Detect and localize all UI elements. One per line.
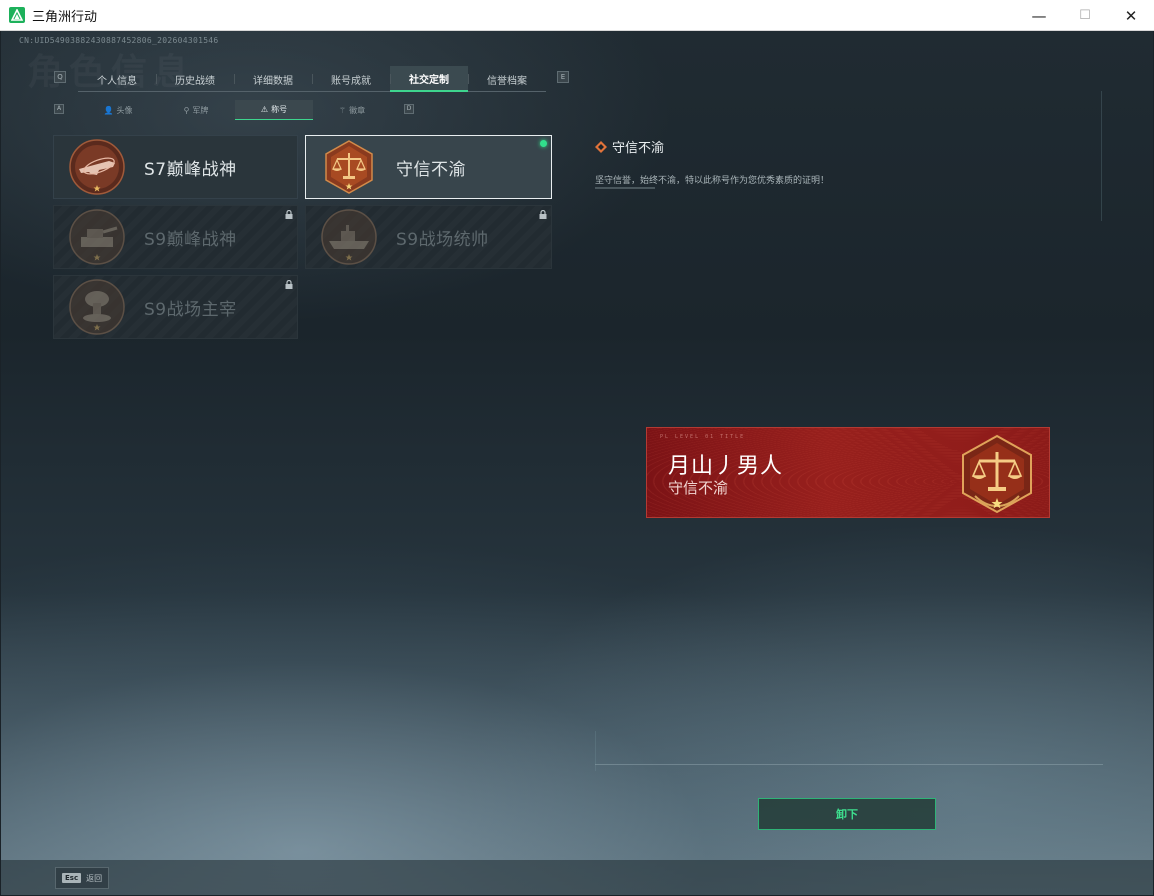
title-card-label: S9战场主宰 <box>144 299 237 320</box>
frame-divider <box>1101 91 1102 221</box>
subtab-label: 头像 <box>116 105 133 115</box>
person-icon: 👤 <box>103 105 114 115</box>
title-card-label: S9战场统帅 <box>396 229 489 250</box>
tank-emblem-icon <box>69 209 125 265</box>
frame-divider <box>595 731 596 771</box>
subtab-avatar[interactable]: 👤 头像 <box>79 100 157 120</box>
unequip-button[interactable]: 卸下 <box>758 798 936 830</box>
banner-player-name: 月山丿男人 <box>668 454 784 479</box>
title-card-s7-peak[interactable]: S7巅峰战神 <box>53 135 298 199</box>
lock-icon <box>539 210 547 219</box>
subtab-badge[interactable]: ⚚ 徽章 <box>313 100 391 120</box>
back-button[interactable]: Esc 返回 <box>55 867 110 889</box>
subtab-label: 徽章 <box>349 105 366 115</box>
title-card-s9-dominator[interactable]: S9战场主宰 <box>53 275 298 339</box>
main-tabs: 个人信息 历史战绩 详细数据 账号成就 社交定制 信誉档案 <box>78 66 546 92</box>
description-divider <box>595 187 655 189</box>
title-icon: ⚠ <box>260 105 269 114</box>
app-logo-icon <box>9 7 25 23</box>
subtab-dogtag[interactable]: ⚲ 军牌 <box>157 100 235 120</box>
title-card-s9-commander[interactable]: S9战场统帅 <box>305 205 552 269</box>
title-card-s9-peak[interactable]: S9巅峰战神 <box>53 205 298 269</box>
equipped-indicator-icon <box>540 140 547 147</box>
uid-label: CN:UID5490388243088745280​6_202604301546 <box>19 36 219 45</box>
tab-reputation[interactable]: 信誉档案 <box>468 66 546 92</box>
tab-achievements[interactable]: 账号成就 <box>312 66 390 92</box>
rifle-emblem-icon <box>69 139 125 195</box>
dogtag-icon: ⚲ <box>183 105 190 115</box>
window-title: 三角洲行动 <box>32 9 98 25</box>
window-titlebar: 三角洲行动 — ☐ ✕ <box>0 0 1154 31</box>
minimize-button[interactable]: — <box>1016 0 1062 31</box>
back-label: 返回 <box>86 873 103 883</box>
detail-title-name: 守信不渝 <box>612 141 665 156</box>
title-card-label: S7巅峰战神 <box>144 159 237 180</box>
subtab-right-key-hint[interactable]: D <box>404 104 414 114</box>
tab-detailed-data[interactable]: 详细数据 <box>234 66 312 92</box>
banner-title: 守信不渝 <box>668 479 729 497</box>
title-card-keep-faith[interactable]: 守信不渝 <box>305 135 552 199</box>
scales-emblem-icon <box>321 139 377 195</box>
tab-social-custom[interactable]: 社交定制 <box>390 66 468 92</box>
subtab-title[interactable]: ⚠ 称号 <box>235 100 313 120</box>
badge-icon: ⚚ <box>338 105 347 115</box>
tab-personal-info[interactable]: 个人信息 <box>78 66 156 92</box>
subtab-left-key-hint[interactable]: A <box>54 104 64 114</box>
bottom-divider <box>595 764 1103 765</box>
detail-description: 坚守信誉，始终不渝，特以此称号作为您优秀素质的证明！ <box>595 176 830 186</box>
tab-right-key-hint[interactable]: E <box>557 71 569 83</box>
title-card-label: S9巅峰战神 <box>144 229 237 250</box>
scales-emblem-icon <box>962 434 1032 514</box>
game-viewport: 角色信息 CN:UID5490388243088745280​6_2026043… <box>1 31 1153 895</box>
sub-tabs: 👤 头像 ⚲ 军牌 ⚠ 称号 ⚚ 徽章 <box>79 100 391 120</box>
tab-match-history[interactable]: 历史战绩 <box>156 66 234 92</box>
subtab-label: 军牌 <box>192 105 209 115</box>
lock-icon <box>285 210 293 219</box>
close-button[interactable]: ✕ <box>1108 0 1154 31</box>
esc-key-icon: Esc <box>62 873 82 883</box>
ship-emblem-icon <box>321 209 377 265</box>
explosion-emblem-icon <box>69 279 125 335</box>
tab-left-key-hint[interactable]: Q <box>54 71 66 83</box>
maximize-button[interactable]: ☐ <box>1062 0 1108 31</box>
diamond-marker-icon <box>595 140 607 153</box>
footer-bar <box>1 860 1153 895</box>
banner-small-text: PL LEVEL 01 TITLE <box>660 434 746 440</box>
subtab-label: 称号 <box>271 105 288 114</box>
detail-header: 守信不渝 <box>595 137 664 156</box>
title-card-label: 守信不渝 <box>396 159 466 180</box>
title-banner-preview: PL LEVEL 01 TITLE 月山丿男人 守信不渝 <box>646 427 1050 518</box>
lock-icon <box>285 280 293 289</box>
